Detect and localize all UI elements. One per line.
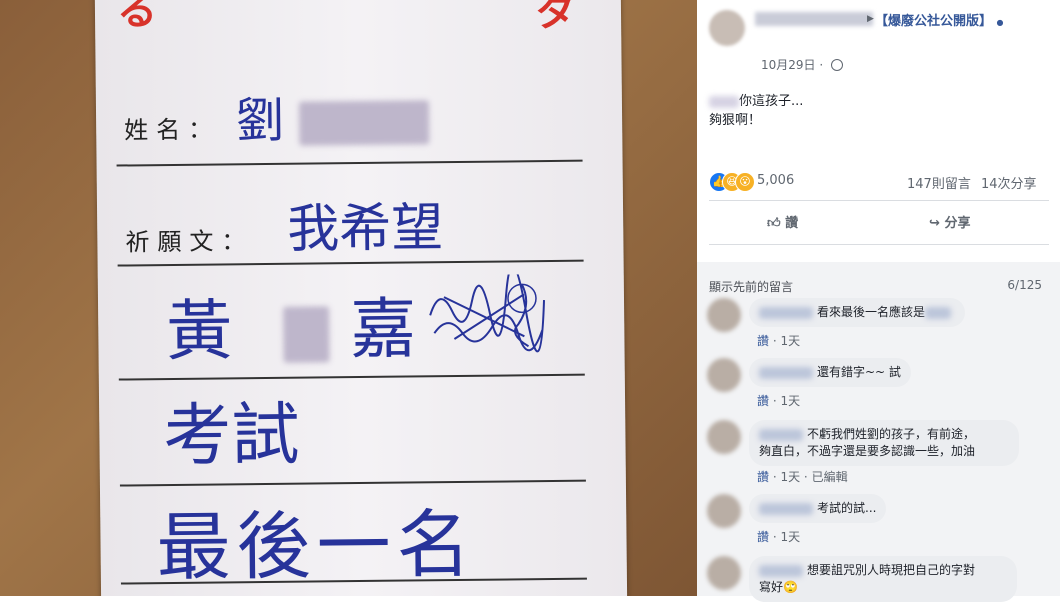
commenter-name[interactable] <box>759 428 803 441</box>
card-red-mark-right: タ <box>534 0 576 37</box>
handwritten-surname: 劉 <box>236 79 430 151</box>
post-side-panel: ▶ 【爆廢公社公開版】 ● 10月29日 · 你這孩子... 夠狠啊！ 👍 😆 … <box>697 0 1060 602</box>
handwritten-line-2: 黃 嘉 <box>165 290 417 371</box>
comment-bubble: 還有錯字~~ 試 <box>749 358 911 387</box>
emoji-icon: 🙄 <box>783 580 798 594</box>
wow-reaction-icon[interactable]: 😮 <box>735 172 755 192</box>
card-wish-label: 祈願文： <box>125 227 254 257</box>
commenter-avatar[interactable] <box>707 298 741 332</box>
share-arrow-icon: ↪ <box>929 216 940 231</box>
commenter-avatar[interactable] <box>707 494 741 528</box>
comment-like-link[interactable]: 讚 <box>757 470 769 484</box>
post-text: 你這孩子... 夠狠啊！ <box>709 94 804 128</box>
commenter-name[interactable] <box>759 564 803 577</box>
globe-icon <box>831 59 843 71</box>
handwritten-line-1: 我希望 <box>286 198 444 260</box>
divider-bottom <box>709 244 1049 245</box>
card-rule-1 <box>116 159 583 167</box>
thumbs-up-icon: 👍︎ <box>767 216 781 231</box>
scribbled-out-characters <box>429 274 546 353</box>
comment-bubble: 看來最後一名應該是 <box>749 298 966 327</box>
caret-right-icon: ▶ <box>867 14 874 24</box>
comment-bubble: 考試的試... <box>749 494 887 523</box>
like-button[interactable]: 👍︎ 讚 <box>767 212 798 231</box>
comment-count[interactable]: 147則留言 <box>907 173 971 192</box>
post-photo[interactable]: る タ 姓名： 劉 祈願文： 我希望 黃 嘉 考試 最後一名 <box>0 0 697 596</box>
commenter-name[interactable] <box>759 502 813 515</box>
commenter-avatar[interactable] <box>707 358 741 392</box>
commenter-name[interactable] <box>759 366 813 379</box>
comment-bubble: 想要詛咒別人時現把自己的字對 寫好🙄 <box>749 556 1017 602</box>
comment-bubble: 不虧我們姓劉的孩子，有前途， 夠直白，不過字還是要多認識一些，加油 <box>749 420 1019 466</box>
comments-count: 6/125 <box>1007 278 1042 292</box>
share-count[interactable]: 14次分享 <box>981 173 1037 192</box>
comment-meta: 讚 · 1天 <box>757 530 801 544</box>
commenter-avatar[interactable] <box>707 420 741 454</box>
comment-meta: 讚 · 1天 <box>757 394 801 408</box>
poster-name[interactable] <box>755 12 873 26</box>
comment-like-link[interactable]: 讚 <box>757 394 769 408</box>
post-header: ▶ 【爆廢公社公開版】 ● 10月29日 · <box>709 6 1054 72</box>
wish-card: る タ 姓名： 劉 祈願文： 我希望 黃 嘉 考試 最後一名 <box>94 0 628 596</box>
poster-avatar[interactable] <box>709 10 745 46</box>
blurred-name <box>709 95 739 108</box>
divider-top <box>709 200 1049 201</box>
reactions-bar: 👍 😆 😮 5,006 147則留言 14次分享 <box>709 172 1049 192</box>
handwritten-line-3: 考試 <box>163 395 300 477</box>
share-button[interactable]: ↪ 分享 <box>929 212 970 231</box>
commenter-name[interactable] <box>759 306 813 319</box>
comment-meta: 讚 · 1天 · 已編輯 <box>757 470 848 484</box>
comment-like-link[interactable]: 讚 <box>757 334 769 348</box>
post-date[interactable]: 10月29日 · <box>761 56 843 73</box>
comment-meta: 讚 · 1天 <box>757 334 801 348</box>
card-name-label: 姓名： <box>124 115 221 145</box>
reaction-count[interactable]: 5,006 <box>757 173 794 188</box>
page-name-link[interactable]: 【爆廢公社公開版】 ● <box>875 12 1025 33</box>
card-red-mark-left: る <box>116 0 158 35</box>
view-previous-comments-link[interactable]: 顯示先前的留言 <box>709 278 793 295</box>
comment-like-link[interactable]: 讚 <box>757 530 769 544</box>
commenter-avatar[interactable] <box>707 556 741 590</box>
